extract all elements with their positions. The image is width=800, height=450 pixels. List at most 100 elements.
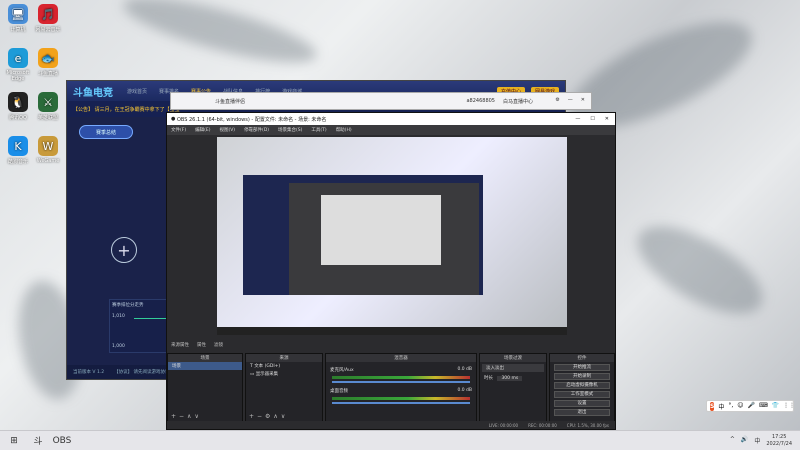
obs-preview[interactable]: [217, 137, 567, 335]
clock-time: 17:25: [771, 433, 787, 440]
obs-window[interactable]: ● OBS 26.1.1 (64-bit, windows) - 配置文件: 未…: [166, 112, 616, 430]
ime-item[interactable]: 🎤: [748, 402, 755, 411]
app-icon: W: [38, 136, 58, 156]
obs-statusbar: LIVE: 00:00:00 REC: 00:00:00 CPU: 1.5%, …: [167, 421, 615, 429]
taskbar-apps: ⊞ 斗 OBS: [0, 433, 72, 449]
transition-type-select[interactable]: 淡入淡出: [482, 364, 544, 372]
sources-tools[interactable]: +−⚙∧∨: [249, 413, 288, 420]
scene-item[interactable]: 场景: [168, 362, 242, 370]
add-icon[interactable]: +: [111, 237, 137, 263]
control-button[interactable]: 工作室模式: [554, 391, 610, 398]
cpu-status: CPU: 1.5%, 30.00 fps: [566, 422, 609, 428]
scenes-title: 场景: [168, 354, 242, 362]
duration-label: 时长: [484, 376, 493, 381]
control-button[interactable]: 开始推流: [554, 364, 610, 371]
taskbar: ⊞ 斗 OBS ^ 🔊 中 17:25 2022/7/24: [0, 430, 800, 450]
control-button[interactable]: 退出: [554, 409, 610, 416]
tray-icon[interactable]: ^: [730, 436, 735, 445]
system-tray: ^ 🔊 中 17:25 2022/7/24: [730, 434, 800, 448]
minimize-icon[interactable]: —: [575, 116, 580, 122]
desktop-icon-label: 计算机: [10, 27, 26, 33]
account-label: 白马直播中心: [502, 98, 533, 105]
obs-title: OBS 26.1.1 (64-bit, windows) - 配置文件: 未命名…: [176, 116, 327, 123]
app-icon: ⚔: [38, 92, 58, 112]
desktop-icon[interactable]: ⚔ 英雄联盟: [32, 92, 64, 121]
obs-menu-item[interactable]: 帮助(H): [336, 127, 352, 133]
obs-menu-item[interactable]: 文件(F): [171, 127, 186, 133]
ime-item[interactable]: ☺: [737, 402, 743, 411]
app-icon: 🖥: [8, 4, 28, 24]
desktop-icon[interactable]: e Microsoft Edge: [2, 48, 34, 82]
desktop-icon[interactable]: W WeGame: [32, 136, 64, 164]
desktop-icon[interactable]: 🐟 斗鱼直播: [32, 48, 64, 77]
rec-status: REC: 00:00:00: [528, 422, 557, 428]
preview-toolbar-button[interactable]: 属性: [197, 342, 206, 348]
douyu-companion-title: 斗鱼直播伴侣: [215, 98, 246, 105]
desktop-icon[interactable]: 🐧 腾讯QQ: [2, 92, 34, 121]
douyu-companion-titlebar[interactable]: 斗鱼直播伴侣 a82468805 白马直播中心 ⚙ — ✕: [170, 92, 592, 110]
channel-name: 麦克风/Aux: [330, 368, 354, 373]
maximize-icon[interactable]: ☐: [590, 116, 594, 122]
settings-icon[interactable]: ⚙: [555, 97, 559, 103]
ime-items: 中 °, ☺ 🎤 ⌨ 👕 ⋮⋮: [718, 402, 795, 411]
control-button[interactable]: 启动虚拟摄像机: [554, 382, 610, 389]
wallpaper-streak: [118, 0, 322, 76]
desktop-icon-label: WeGame: [36, 158, 60, 164]
mixer-channels: 麦克风/Aux 0.0 dB 桌面音频 0.0 dB: [326, 366, 476, 404]
live-status: LIVE: 00:00:00: [488, 422, 519, 428]
controls-buttons: 开始推流开始录制启动虚拟摄像机 工作室模式设置退出: [550, 364, 614, 416]
volume-slider[interactable]: [332, 402, 470, 404]
clock[interactable]: 17:25 2022/7/24: [766, 434, 792, 448]
obs-menu-item[interactable]: 场景集合(S): [278, 127, 302, 133]
sogou-ime-icon[interactable]: S: [710, 401, 715, 411]
rank-chart-tick-high: 1,010: [112, 314, 125, 319]
ime-item[interactable]: 中: [718, 402, 724, 411]
agreement-link[interactable]: 【协议】 请先阅读游戏协议: [114, 369, 169, 375]
source-item[interactable]: T 文本 (GDI+): [246, 362, 322, 370]
close-icon[interactable]: ✕: [581, 97, 585, 103]
taskbar-app-icon[interactable]: ⊞: [4, 433, 24, 449]
desktop-icon-label: 腾讯QQ: [9, 115, 27, 121]
tray-icon[interactable]: 🔊: [741, 436, 748, 445]
tray-icon[interactable]: 中: [754, 436, 760, 445]
channel-db: 0.0 dB: [457, 388, 472, 393]
mixer-channel-header: 桌面音频 0.0 dB: [326, 387, 476, 395]
version-label: 当前版本 V 1.2: [73, 370, 105, 375]
preview-toolbar-button[interactable]: 滤镜: [214, 342, 223, 348]
taskbar-app-icon[interactable]: OBS: [52, 433, 72, 449]
obs-menu-item[interactable]: 工具(T): [311, 127, 326, 133]
preview-nested-capture: [321, 195, 441, 265]
mixer-channel: 麦克风/Aux 0.0 dB: [326, 366, 476, 383]
desktop-icon[interactable]: 🎵 网易云音乐: [32, 4, 64, 33]
preview-toolbar-button[interactable]: 来源属性: [171, 342, 189, 348]
obs-menu-item[interactable]: 停靠部件(D): [244, 127, 269, 133]
ime-item[interactable]: 👕: [772, 402, 779, 411]
close-icon[interactable]: ✕: [605, 116, 609, 122]
obs-titlebar: ● OBS 26.1.1 (64-bit, windows) - 配置文件: 未…: [167, 113, 615, 125]
control-button[interactable]: 开始录制: [554, 373, 610, 380]
obs-menu-item[interactable]: 视图(V): [219, 127, 235, 133]
control-button[interactable]: 设置: [554, 400, 610, 407]
ime-item[interactable]: ⋮⋮: [783, 402, 795, 411]
desktop-icon[interactable]: 🖥 计算机: [2, 4, 34, 33]
scenes-tools[interactable]: +−∧∨: [171, 413, 202, 420]
volume-slider[interactable]: [332, 381, 470, 383]
esports-logo: 斗鱼电竞: [73, 87, 113, 99]
channel-name: 桌面音频: [330, 389, 348, 394]
minimize-icon[interactable]: —: [568, 97, 573, 103]
desktop-icon-label: 酷狗音乐: [7, 159, 28, 165]
desktop-icon[interactable]: K 酷狗音乐: [2, 136, 34, 165]
ime-item[interactable]: °,: [728, 402, 733, 411]
duration-input[interactable]: 300 ms: [497, 376, 523, 381]
ime-item[interactable]: ⌨: [759, 402, 768, 411]
taskbar-app-icon[interactable]: 斗: [28, 433, 48, 449]
tray-items: ^ 🔊 中: [730, 436, 761, 445]
season-summary-button[interactable]: 赛季总结: [79, 125, 133, 139]
ime-toolbar[interactable]: S 中 °, ☺ 🎤 ⌨ 👕 ⋮⋮: [706, 400, 795, 412]
desktop-icon-label: Microsoft Edge: [6, 70, 30, 82]
obs-menu-item[interactable]: 编辑(E): [195, 127, 210, 133]
clock-date: 2022/7/24: [766, 440, 792, 447]
esports-tab[interactable]: 游戏首页: [127, 89, 147, 95]
controls-title: 控件: [550, 354, 614, 362]
source-item[interactable]: ▭ 显示器采集: [246, 370, 322, 378]
